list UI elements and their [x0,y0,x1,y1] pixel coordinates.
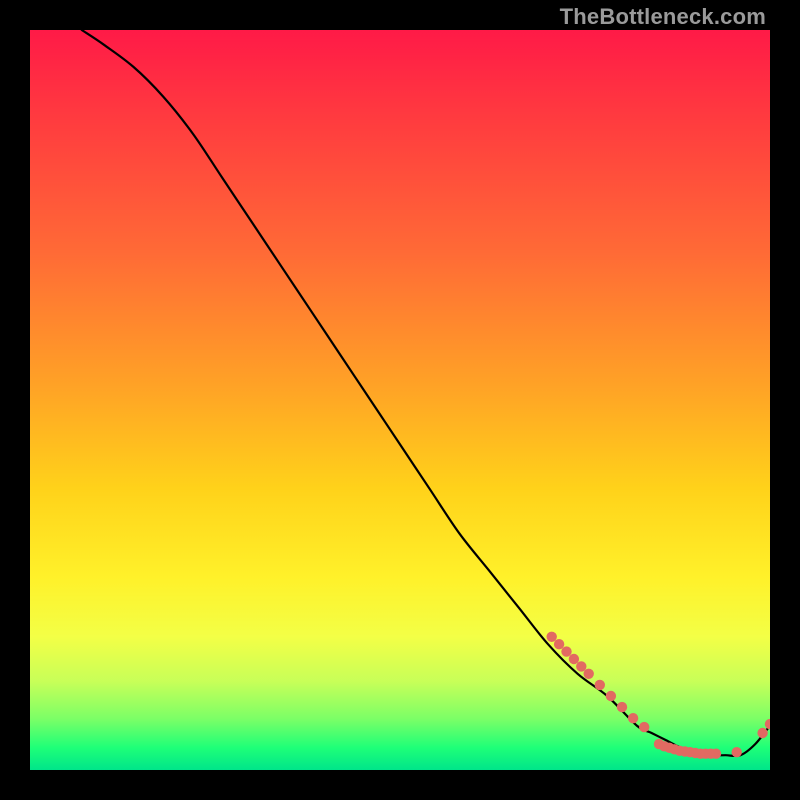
data-point-markers [547,632,771,759]
data-point-marker [700,749,710,759]
chart-frame: TheBottleneck.com [0,0,800,800]
data-point-marker [569,654,579,664]
data-point-marker [732,747,742,757]
watermark-text: TheBottleneck.com [560,4,766,30]
data-point-marker [606,691,616,701]
data-point-marker [757,728,767,738]
data-point-marker [595,680,605,690]
data-point-marker [706,749,716,759]
data-point-marker [561,646,571,656]
data-point-marker [628,713,638,723]
data-point-marker [654,739,664,749]
chart-svg [30,30,770,770]
data-point-marker [690,748,700,758]
data-point-marker [547,632,557,642]
bottleneck-curve [82,30,770,756]
data-point-marker [664,743,674,753]
data-point-marker [765,719,770,729]
data-point-marker [675,746,685,756]
data-point-marker [669,744,679,754]
data-point-marker [617,702,627,712]
data-point-marker [659,741,669,751]
data-point-marker [554,639,564,649]
plot-area [30,30,770,770]
data-point-marker [685,747,695,757]
data-point-marker [639,722,649,732]
data-point-marker [695,749,705,759]
data-point-marker [584,669,594,679]
data-point-marker [680,746,690,756]
data-point-marker [576,661,586,671]
data-point-marker [711,749,721,759]
